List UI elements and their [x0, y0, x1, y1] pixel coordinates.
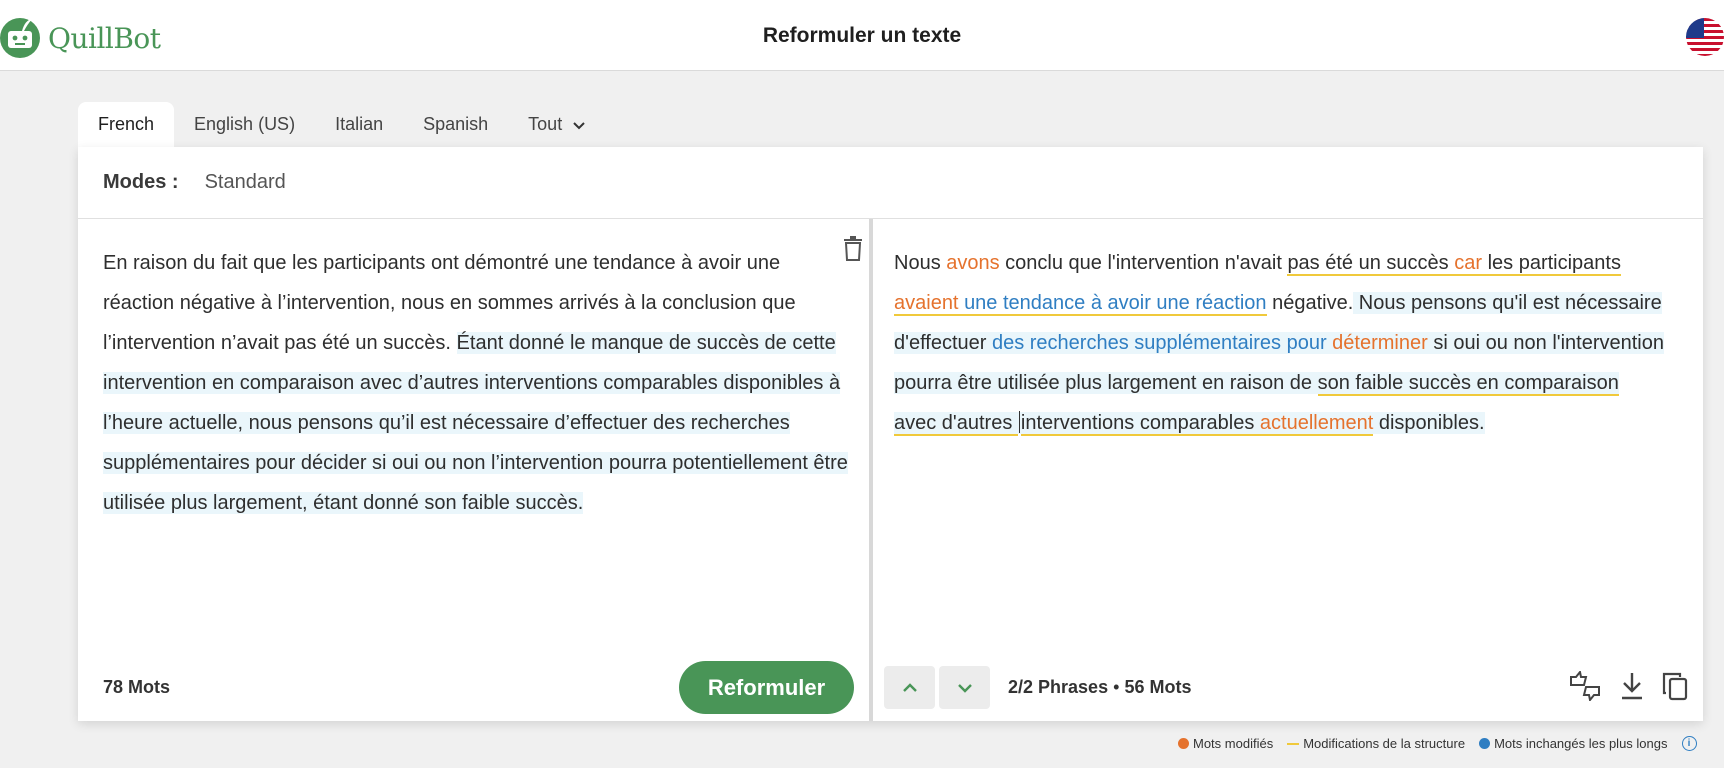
page-title: Reformuler un texte — [762, 24, 962, 47]
copy-icon — [1662, 672, 1688, 701]
structure-change[interactable]: les participants — [1487, 252, 1621, 276]
output-text-segment: conclu que l'intervention n'avait — [999, 252, 1288, 274]
pane-divider[interactable] — [869, 219, 873, 721]
tab-english-us[interactable]: English (US) — [174, 102, 315, 147]
output-text-segment: négative. — [1266, 292, 1354, 314]
thumbs-feedback-icon — [1570, 671, 1600, 701]
orange-dot-icon — [1178, 738, 1189, 749]
paraphraser-card: Modes : Standard En raison du fait que l… — [78, 147, 1703, 721]
chevron-up-icon — [902, 682, 917, 692]
blue-dot-icon — [1479, 738, 1491, 749]
input-highlighted-sentence: Étant donné le manque de succès de cette… — [103, 332, 848, 514]
structure-change[interactable]: pas été un succès — [1287, 252, 1449, 276]
chevron-down-icon — [573, 121, 585, 129]
tab-spanish[interactable]: Spanish — [403, 102, 508, 147]
text-cursor — [1018, 411, 1020, 433]
legend-changed-words: Mots modifiés — [1178, 736, 1273, 751]
changed-word[interactable]: avaient — [894, 292, 959, 316]
info-icon[interactable]: i — [1681, 736, 1697, 751]
output-text-segment: disponibles. — [1373, 412, 1485, 434]
changed-word[interactable]: avons — [946, 252, 999, 274]
output-text[interactable]: Nous avons conclu que l'intervention n'a… — [894, 243, 1664, 443]
longest-unchanged-words[interactable]: des recherches supplémentaires pour — [992, 332, 1327, 354]
structure-change[interactable]: interventions comparables — [1020, 412, 1260, 436]
chevron-down-icon — [957, 683, 972, 693]
input-word-count: 78 Mots — [103, 677, 171, 697]
feedback-button[interactable] — [1568, 669, 1602, 703]
legend-structure-changes: Modifications de la structure — [1287, 736, 1465, 751]
trash-icon[interactable] — [842, 235, 864, 261]
download-button[interactable] — [1615, 669, 1649, 703]
changed-word[interactable]: car — [1454, 252, 1483, 276]
changed-word[interactable]: actuellement — [1259, 412, 1374, 436]
output-word-count: 56 Mots — [1124, 677, 1192, 697]
output-text-segment — [1482, 252, 1488, 276]
next-sentence-button[interactable] — [939, 666, 990, 709]
language-tabs: French English (US) Italian Spanish Tout — [78, 102, 606, 147]
separator-dot: • — [1113, 677, 1120, 697]
yellow-dash-icon — [1287, 742, 1300, 745]
rephrase-button[interactable]: Reformuler — [679, 661, 854, 714]
changed-word[interactable]: déterminer — [1332, 332, 1428, 354]
download-icon — [1622, 673, 1642, 700]
top-bar: QuillBot Reformuler un texte — [0, 0, 1724, 71]
tab-all-languages[interactable]: Tout — [508, 102, 606, 147]
highlight-legend: Mots modifiés Modifications de la struct… — [1178, 736, 1697, 751]
legend-longest-unchanged: Mots inchangés les plus longs — [1479, 736, 1668, 751]
tab-italian[interactable]: Italian — [315, 102, 403, 147]
us-flag-icon[interactable] — [1686, 18, 1724, 56]
input-text[interactable]: En raison du fait que les participants o… — [103, 243, 848, 523]
sentences-label: Phrases — [1033, 677, 1109, 697]
sentence-counter: 2/2 — [1008, 677, 1034, 697]
mode-standard[interactable]: Standard — [205, 171, 286, 194]
longest-unchanged-words[interactable]: une tendance à avoir une réaction — [964, 292, 1267, 316]
output-text-segment: Nous — [894, 252, 947, 274]
modes-bar: Modes : Standard — [78, 147, 1703, 219]
copy-button[interactable] — [1658, 669, 1692, 703]
tab-french[interactable]: French — [78, 102, 175, 147]
previous-sentence-button[interactable] — [884, 666, 935, 709]
modes-label: Modes : — [103, 171, 179, 193]
sentence-info: 2/2 Phrases • 56 Mots — [1008, 677, 1191, 698]
